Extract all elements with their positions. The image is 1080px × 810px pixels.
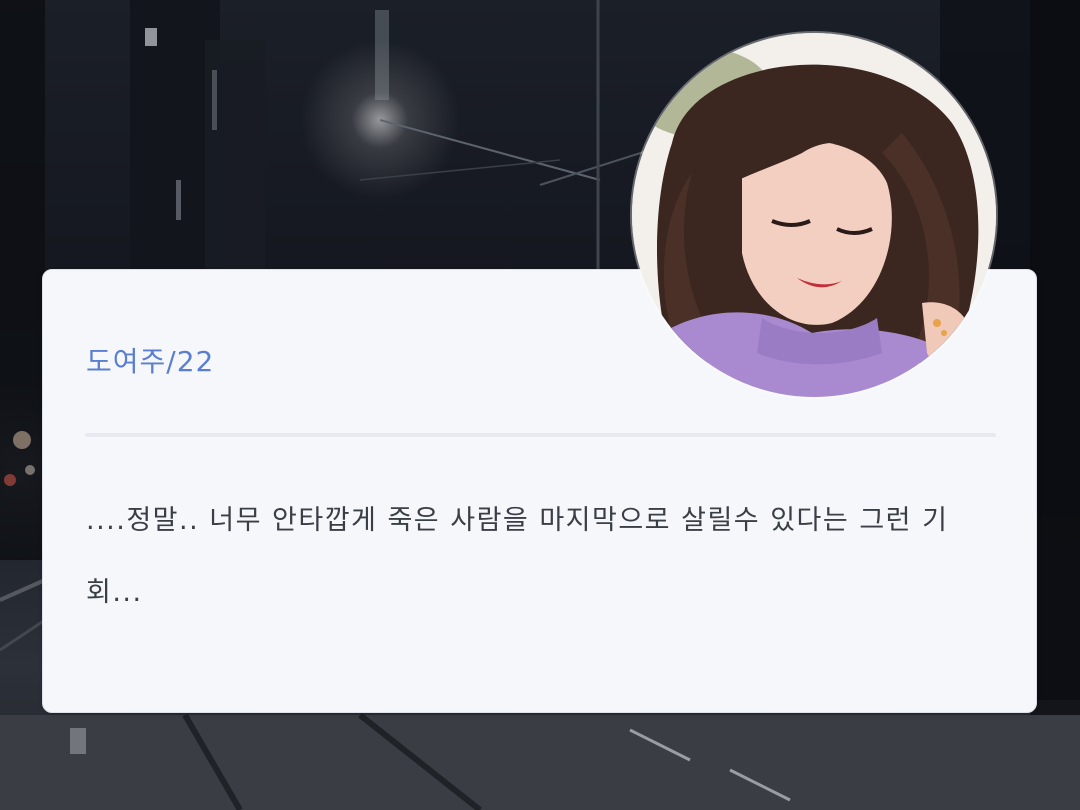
divider [85,433,996,437]
character-name: 도여주/22 [86,345,215,378]
character-avatar [632,33,996,397]
dialogue-text: ....정말.. 너무 안타깝게 죽은 사람을 마지막으로 살릴수 있다는 그런… [86,505,949,608]
avatar-portrait-image [632,33,996,397]
